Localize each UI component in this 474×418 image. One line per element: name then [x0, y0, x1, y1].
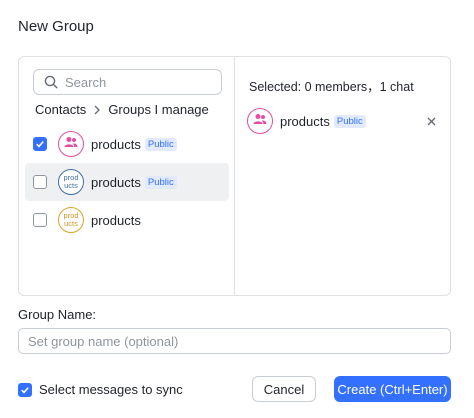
avatar-text: products — [63, 173, 79, 190]
group-avatar: products — [58, 207, 84, 233]
group-avatar: products — [58, 169, 84, 195]
group-icon — [253, 112, 267, 130]
breadcrumb-contacts[interactable]: Contacts — [35, 102, 86, 117]
chevron-right-icon — [93, 105, 101, 115]
group-name-label: Group Name: — [18, 307, 97, 322]
selected-summary: Selected: 0 members，1 chat — [249, 80, 414, 94]
search-icon — [44, 75, 58, 89]
public-badge: Public — [144, 175, 177, 189]
item-name: products — [91, 212, 141, 228]
group-icon — [64, 135, 78, 153]
public-badge: Public — [333, 114, 366, 128]
sync-checkbox[interactable] — [18, 382, 32, 397]
item-name: products — [91, 136, 141, 152]
group-name-input[interactable] — [18, 328, 451, 354]
sync-label: Select messages to sync — [39, 382, 183, 397]
page-title: New Group — [18, 18, 94, 35]
create-button[interactable]: Create (Ctrl+Enter) — [334, 376, 451, 402]
public-badge: Public — [144, 137, 177, 151]
item-checkbox[interactable] — [33, 137, 47, 151]
sync-messages-option[interactable]: Select messages to sync — [18, 382, 183, 397]
search-input[interactable] — [65, 74, 205, 90]
breadcrumb: Contacts Groups I manage — [35, 102, 209, 117]
item-checkbox[interactable] — [33, 213, 47, 227]
item-name: products — [91, 174, 141, 190]
group-avatar — [247, 108, 273, 134]
item-checkbox[interactable] — [33, 175, 47, 189]
avatar-text: products — [63, 211, 79, 228]
selected-item: products Public — [247, 107, 437, 135]
close-icon[interactable] — [425, 115, 437, 127]
cancel-button[interactable]: Cancel — [252, 376, 316, 402]
group-list: products Public products products Public… — [25, 125, 229, 239]
breadcrumb-current: Groups I manage — [108, 102, 209, 117]
picker-divider — [234, 57, 235, 295]
list-item[interactable]: products products Public — [25, 163, 229, 201]
group-avatar — [58, 131, 84, 157]
list-item[interactable]: products products — [25, 201, 229, 239]
search-box[interactable] — [33, 69, 222, 95]
selected-item-name: products — [280, 113, 330, 129]
list-item[interactable]: products Public — [25, 125, 229, 163]
member-picker: Contacts Groups I manage products Public… — [18, 56, 451, 296]
